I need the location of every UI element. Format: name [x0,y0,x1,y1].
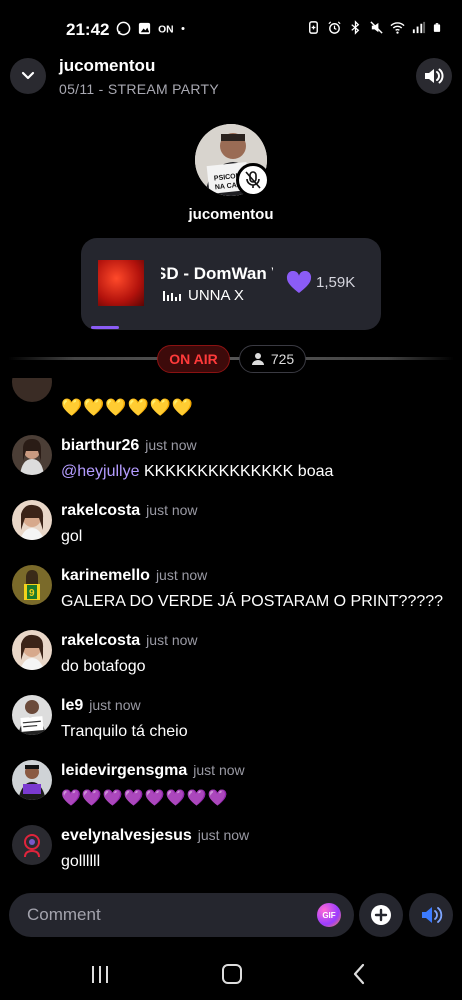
chat-message: le9 just now Tranquilo tá cheio [12,695,452,755]
status-bar: 21:42 ON [0,0,462,56]
mention-link[interactable]: @heyjullye [61,463,140,480]
message-text: gol [61,528,83,545]
track-artist: UNNA X [188,287,244,304]
plus-icon [371,905,391,925]
status-left-icons: ON [116,21,189,36]
wifi-icon [390,22,405,34]
user-avatar[interactable] [12,435,52,475]
user-avatar[interactable] [12,825,52,865]
collapse-button[interactable] [10,58,46,94]
message-time: just now [155,567,208,583]
room-header: jucomentou 05/11 - STREAM PARTY [0,56,462,106]
chat-message: biarthur26 just now @heyjullye KKKKKKKKKK… [12,435,452,495]
speaker-icon [425,68,444,84]
status-right-icons [306,20,442,35]
chat-message: 9 karinemello just now GALERA DO VERDE JÁ… [12,565,452,625]
volume-button[interactable] [409,893,453,937]
likes-count: 1,59K [316,274,356,291]
username[interactable]: evelynalvesjesus just now [61,827,249,845]
message-time: just now [146,632,198,648]
equalizer-icon [163,291,181,301]
album-art [98,260,144,306]
username[interactable]: le9 just now [61,697,141,715]
mute-icon [370,21,383,34]
speaker-volume-icon [422,907,443,923]
viewer-count: 725 [270,351,295,367]
svg-text:ON: ON [158,24,173,35]
chat-message: rakelcosta just now do botafogo [12,630,452,690]
on-icon: ON [158,24,173,35]
user-avatar[interactable] [12,630,52,670]
track-title-wrap: SD - DomWan V [161,264,273,284]
username[interactable]: karinemello just now [61,567,207,585]
back-icon[interactable] [352,963,366,985]
message-text: Tranquilo tá cheio [61,723,188,740]
svg-text:9: 9 [29,588,35,599]
battery-saver-icon [309,21,318,34]
message-text: @heyjullye KKKKKKKKKKKKKK boaa [61,463,333,481]
dot-icon [181,27,185,30]
battery-icon [433,23,441,32]
bluetooth-icon [351,20,360,35]
add-button[interactable] [359,893,403,937]
user-avatar[interactable] [12,760,52,800]
divider [8,357,454,360]
image-icon [138,22,151,35]
message-text: 💜💜💜💜💜💜💜💜 [61,790,229,807]
track-progress-bar [91,326,119,329]
speaker-button[interactable] [416,58,452,94]
username-text: leidevirgensgma [61,762,188,779]
chat-message: leidevirgensgma just now 💜💜💜💜💜💜💜💜 [12,760,452,820]
person-icon [251,353,264,365]
user-avatar[interactable] [12,378,52,402]
chat-message: rakelcosta just now gol [12,500,452,560]
user-avatar[interactable]: 9 [12,565,52,605]
comment-input[interactable]: Comment GIF [9,893,354,937]
username[interactable]: leidevirgensgma just now [61,762,245,780]
message-text: do botafogo [61,658,146,675]
gif-button[interactable]: GIF [317,903,341,927]
recents-button[interactable] [92,966,108,983]
room-title: jucomentou [59,56,156,75]
chat-list[interactable]: 💛💛💛💛💛💛 biarthur26 just now @heyjullye KKK… [0,378,462,883]
username-text: evelynalvesjesus [61,827,192,844]
user-avatar[interactable] [12,500,52,540]
comment-placeholder: Comment [27,905,101,924]
message-time: just now [145,437,197,453]
viewer-count-badge[interactable]: 725 [239,345,306,373]
user-avatar[interactable] [12,695,52,735]
system-nav-bar [0,950,462,1000]
whatsapp-icon [116,21,131,36]
message-text: 💛💛💛💛💛💛 [61,398,195,417]
message-body: KKKKKKKKKKKKKK boaa [139,463,334,480]
heart-icon[interactable] [286,271,312,295]
message-time: just now [197,827,250,843]
now-playing-card[interactable]: SD - DomWan V UNNA X 1,59K [81,238,381,330]
username[interactable]: biarthur26 just now [61,437,197,455]
track-title: SD - DomWan V [161,264,273,283]
alarm-icon [328,21,341,34]
message-time: just now [89,697,141,713]
chat-message: evelynalvesjesus just now gollllll [12,825,452,883]
message-time: just now [193,762,245,778]
username-text: le9 [61,697,84,714]
username-text: rakelcosta [61,632,141,649]
home-button[interactable] [222,964,242,984]
host-name: jucomentou [188,206,274,223]
message-time: just now [146,502,198,518]
chevron-down-icon [21,71,35,80]
username-text: biarthur26 [61,437,140,454]
username[interactable]: rakelcosta just now [61,632,198,650]
room-subtitle: 05/11 - STREAM PARTY [59,81,220,97]
message-text: gollllll [61,853,101,870]
muted-badge [236,163,270,197]
on-air-badge: ON AIR [157,345,230,373]
mic-off-icon [245,171,261,189]
username-text: rakelcosta [61,502,141,519]
status-time: 21:42 [66,20,110,39]
username-text: karinemello [61,567,150,584]
message-text: GALERA DO VERDE JÁ POSTARAM O PRINT????? [61,593,444,610]
username[interactable]: rakelcosta just now [61,502,198,520]
signal-icon [412,21,426,34]
